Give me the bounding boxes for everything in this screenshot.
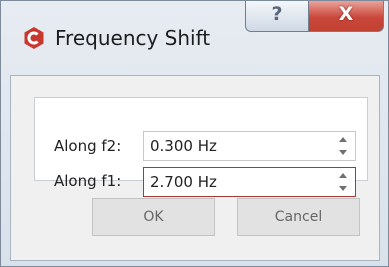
title-bar[interactable]: Frequency Shift ? X (1, 1, 388, 75)
cancel-button[interactable]: Cancel (237, 198, 360, 236)
dialog-window: Frequency Shift ? X Along f2: Along f1: … (0, 0, 389, 267)
spin-up-icon[interactable] (339, 173, 347, 178)
window-title: Frequency Shift (55, 26, 211, 50)
along-f1-label: Along f1: (54, 172, 122, 190)
help-button[interactable]: ? (245, 1, 309, 32)
spin-down-icon[interactable] (339, 150, 347, 155)
help-icon: ? (271, 3, 283, 25)
along-f1-spinbox[interactable] (143, 167, 356, 197)
along-f1-input[interactable] (150, 168, 320, 196)
along-f2-input[interactable] (150, 132, 320, 160)
close-button[interactable]: X (308, 1, 384, 32)
along-f2-spinbox[interactable] (143, 131, 356, 161)
along-f1-spin-arrows[interactable] (338, 172, 348, 192)
spin-down-icon[interactable] (339, 186, 347, 191)
ok-button[interactable]: OK (92, 198, 215, 236)
app-logo-icon (24, 27, 44, 49)
along-f2-label: Along f2: (54, 137, 122, 155)
along-f2-spin-arrows[interactable] (338, 136, 348, 156)
spin-up-icon[interactable] (339, 137, 347, 142)
close-icon: X (338, 3, 354, 25)
